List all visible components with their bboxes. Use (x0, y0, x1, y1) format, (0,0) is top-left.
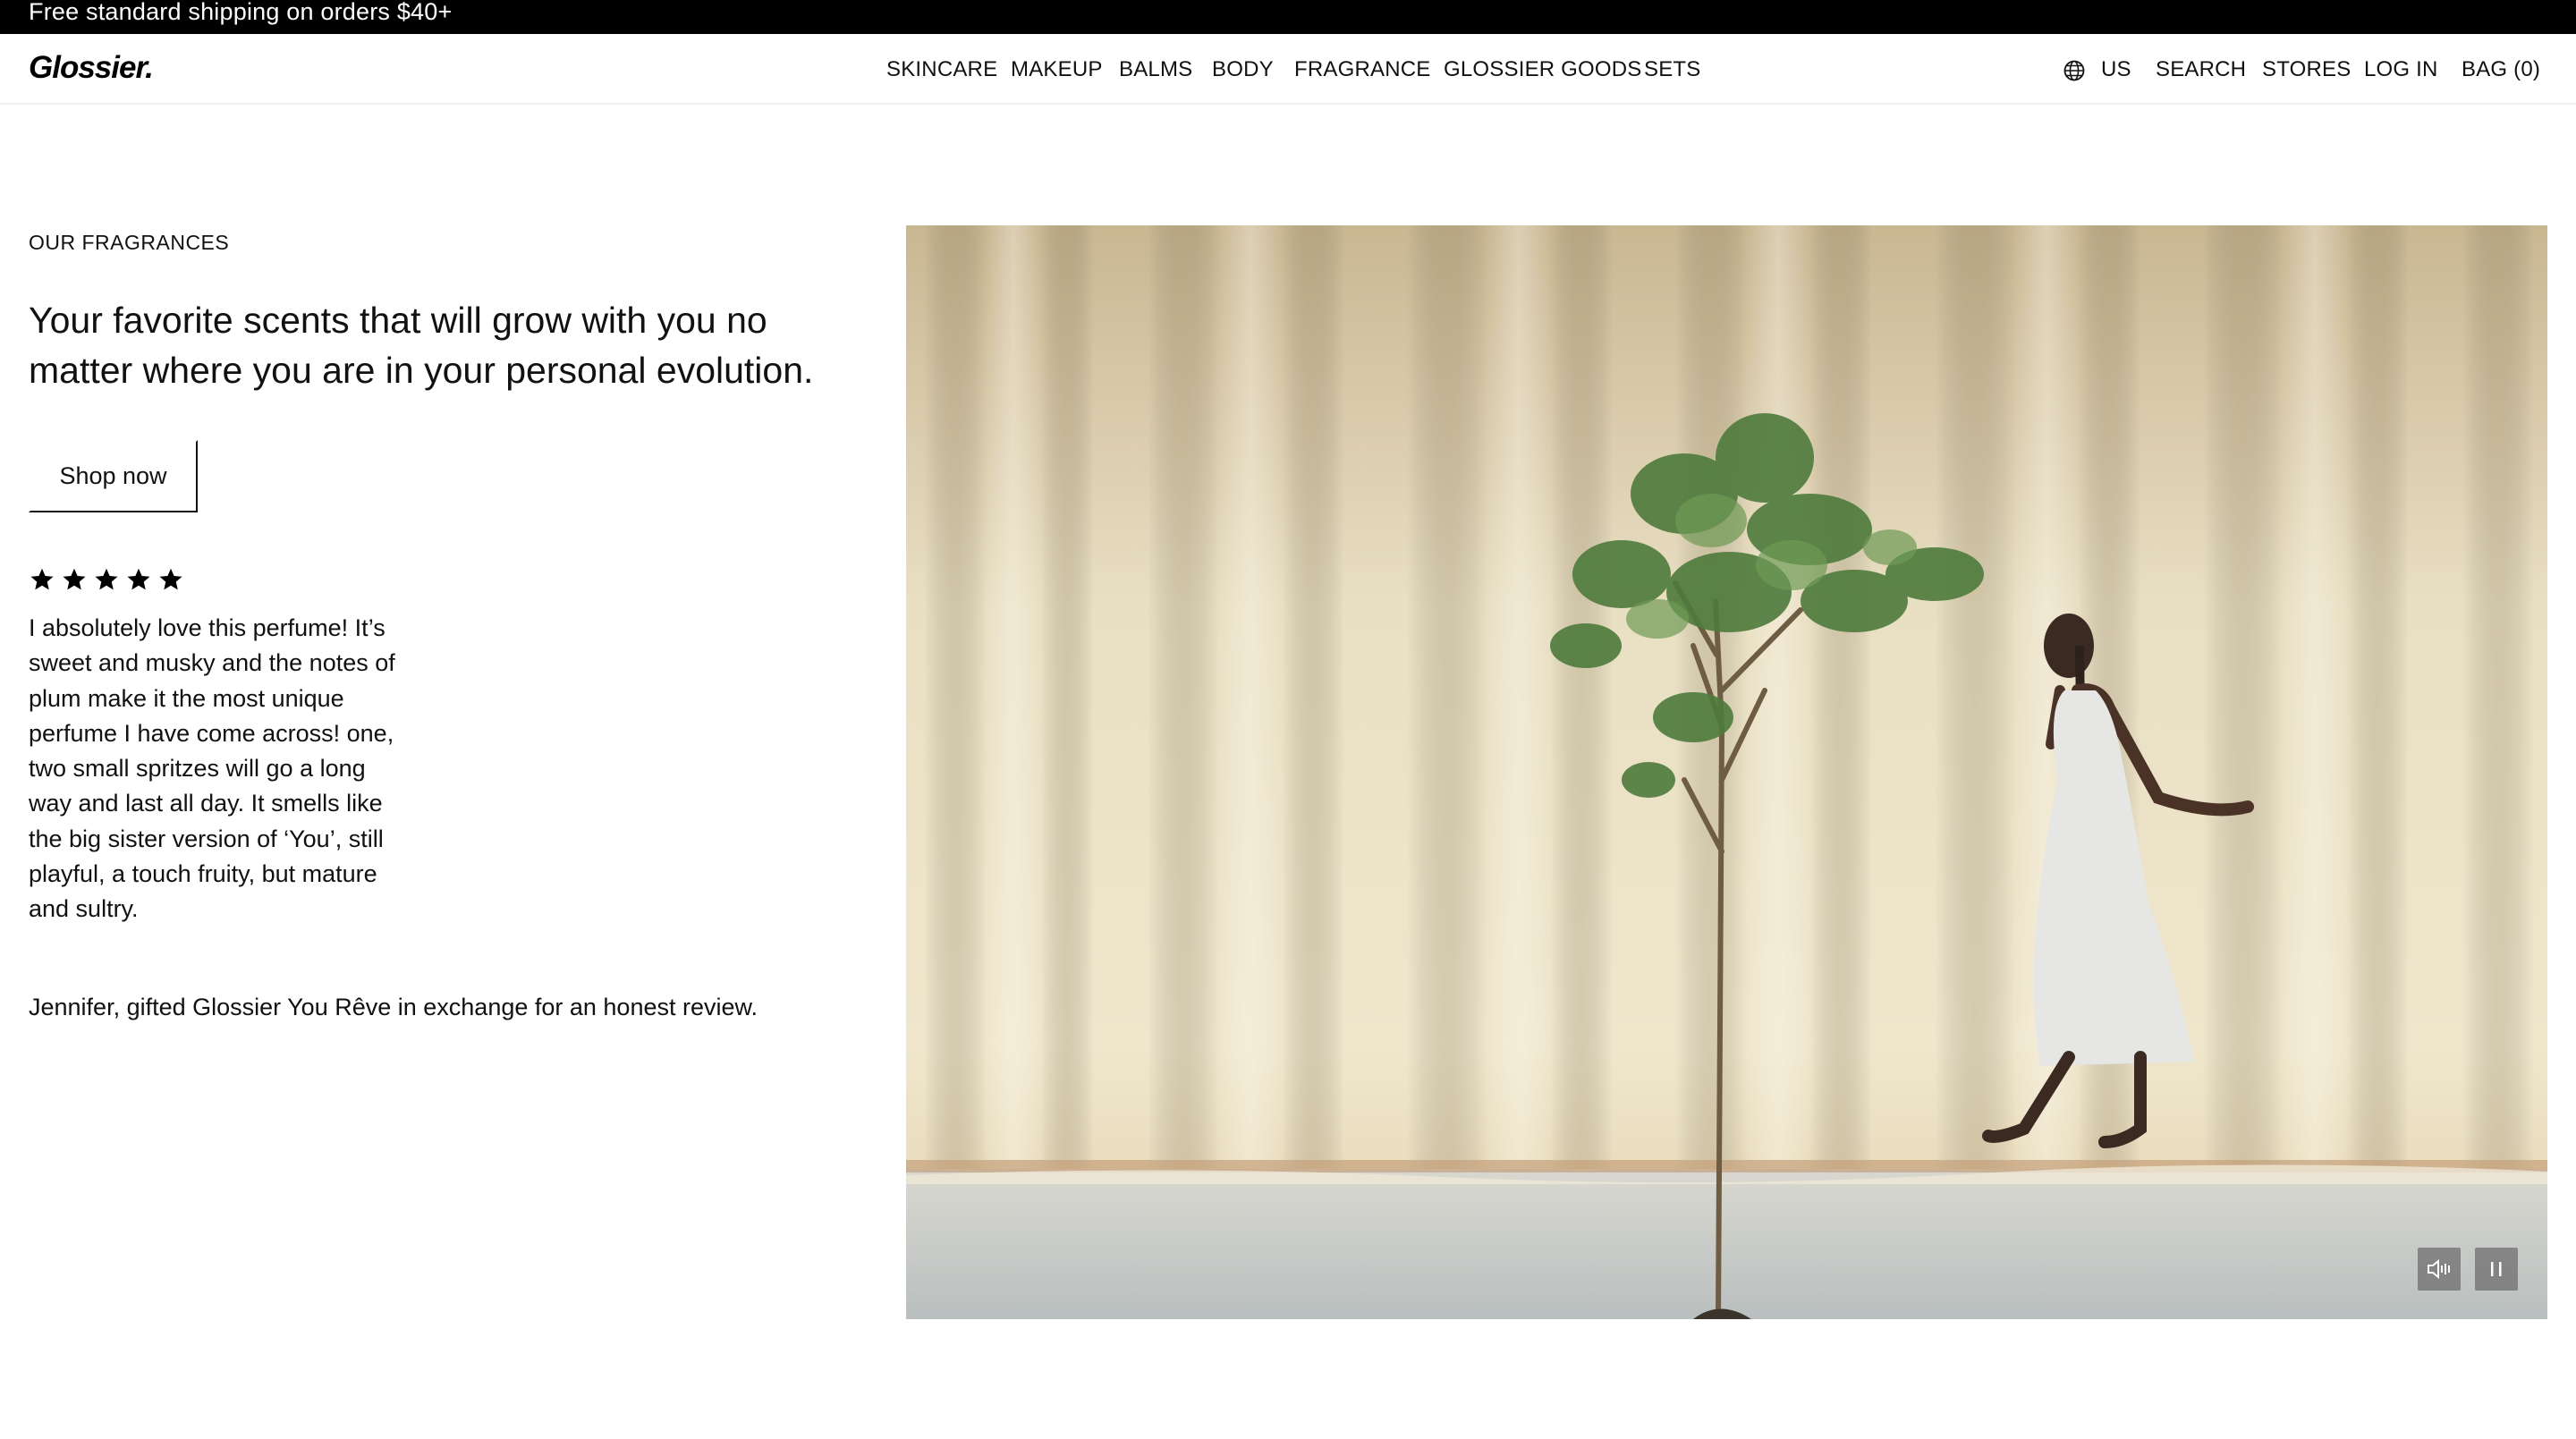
star-icon (95, 568, 118, 590)
nav-item-sets[interactable]: SETS (1644, 56, 1700, 83)
announcement-text: Free standard shipping on orders $40+ (29, 0, 453, 25)
star-icon (127, 568, 150, 590)
nav-item-fragrance[interactable]: FRAGRANCE (1294, 56, 1430, 83)
nav-item-balms[interactable]: BALMS (1119, 56, 1192, 83)
nav-item-skincare[interactable]: SKINCARE (886, 56, 997, 83)
nav-item-body[interactable]: BODY (1212, 56, 1274, 83)
review-text: I absolutely love this perfume! It’s swe… (29, 614, 395, 923)
video-frame-image (906, 225, 2547, 1319)
mute-button[interactable] (2418, 1248, 2461, 1291)
site-header: Glossier. SKINCARE MAKEUP BALMS BODY FRA… (0, 34, 2576, 105)
review-attribution: Jennifer, gifted Glossier You Rêve in ex… (29, 994, 758, 1020)
shop-now-button[interactable]: Shop now (29, 440, 198, 512)
pause-icon (2491, 1262, 2502, 1276)
star-icon (159, 568, 182, 590)
search-link[interactable]: SEARCH (2156, 56, 2246, 83)
announcement-bar: Free standard shipping on orders $40+ (0, 0, 2576, 34)
bag-link[interactable]: BAG (0) (2462, 56, 2540, 83)
login-link[interactable]: LOG IN (2364, 56, 2438, 83)
main-nav: SKINCARE MAKEUP BALMS BODY FRAGRANCE GLO… (0, 34, 2576, 105)
nav-item-glossier-goods[interactable]: GLOSSIER GOODS (1444, 56, 1642, 83)
hero-video[interactable] (906, 225, 2547, 1319)
star-icon (63, 568, 86, 590)
pause-button[interactable] (2475, 1248, 2518, 1291)
stores-link[interactable]: STORES (2262, 56, 2351, 83)
volume-icon (2428, 1258, 2450, 1280)
globe-icon[interactable] (2063, 59, 2086, 82)
region-selector[interactable]: US (2101, 56, 2131, 83)
rating-stars (29, 566, 184, 593)
star-icon (30, 568, 54, 590)
nav-item-makeup[interactable]: MAKEUP (1011, 56, 1103, 83)
section-eyebrow: OUR FRAGRANCES (29, 231, 230, 254)
hero-headline: Your favorite scents that will grow with… (29, 300, 814, 391)
